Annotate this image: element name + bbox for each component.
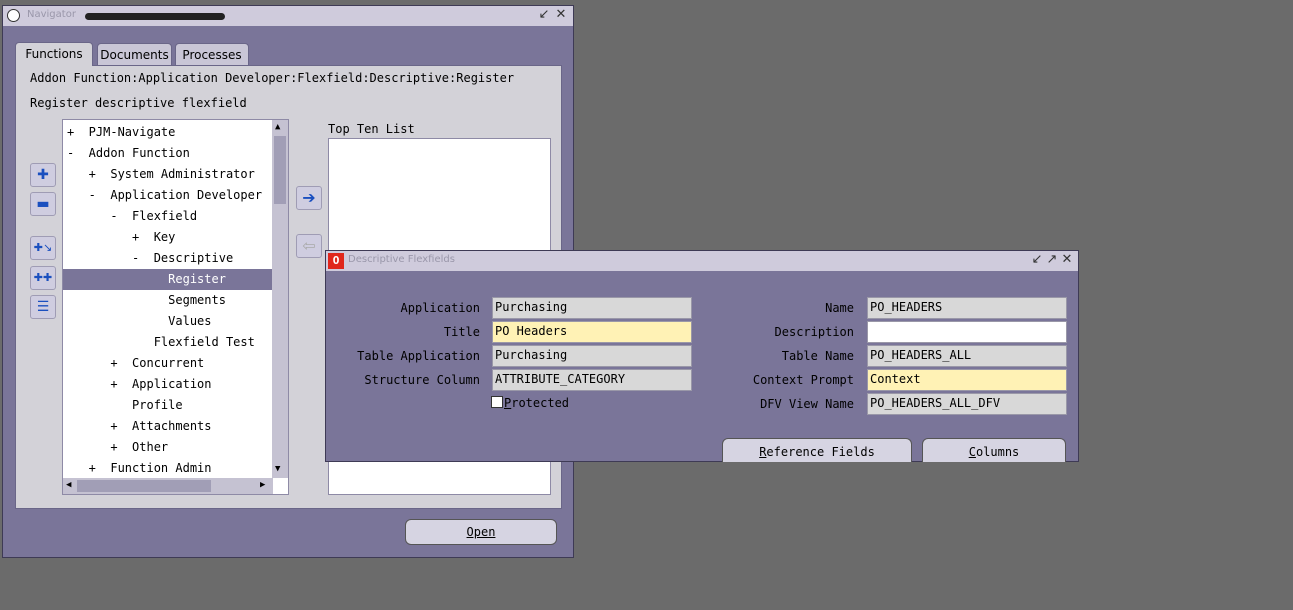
tree-node[interactable]: Register [63,269,273,290]
app-logo-icon [7,9,20,22]
add-to-top-ten-button[interactable]: ➔ [296,186,322,210]
redacted-username [85,13,225,20]
table-application-label: Table Application [357,349,480,363]
tree-node[interactable]: - Addon Function [63,143,273,164]
tree-node[interactable]: - Flexfield [63,206,273,227]
name-field[interactable]: PO_HEADERS [867,297,1067,319]
tab-documents[interactable]: Documents [97,43,172,65]
remove-from-top-ten-button[interactable]: ⇦ [296,234,322,258]
columns-button[interactable]: Columns [922,438,1066,462]
table-name-field[interactable]: PO_HEADERS_ALL [867,345,1067,367]
dialog-title: Descriptive Flexfields [348,254,455,265]
description-label: Description [774,325,854,339]
protected-checkbox[interactable] [491,396,503,408]
structure-column-label: Structure Column [364,373,480,387]
close-icon[interactable]: ✕ [554,8,568,22]
description-field[interactable] [867,321,1067,343]
navigator-titlebar[interactable]: Navigator ↙ ✕ [3,6,573,26]
dialog-close-icon[interactable]: ✕ [1060,253,1074,267]
context-prompt-label: Context Prompt [752,373,854,387]
scroll-right-icon[interactable]: ▶ [260,480,265,490]
reference-fields-button[interactable]: Reference Fields [722,438,912,462]
top-ten-label: Top Ten List [328,122,415,136]
title-label: Title [443,325,480,339]
open-button[interactable]: Open [405,519,557,545]
minimize-icon[interactable]: ↙ [537,8,551,22]
scroll-up-icon[interactable]: ▲ [275,122,280,132]
structure-column-field[interactable]: ATTRIBUTE_CATEGORY [492,369,692,391]
navigator-title: Navigator [27,9,76,20]
protected-label[interactable]: Protected [504,396,569,410]
tree-node[interactable]: + Attachments [63,416,273,437]
tree-node[interactable]: Profile [63,395,273,416]
tree-node[interactable]: + Other [63,437,273,458]
title-field[interactable]: PO Headers [492,321,692,343]
dialog-maximize-icon[interactable]: ↗ [1045,253,1059,267]
tree-node[interactable]: + PJM-Navigate [63,122,273,143]
function-path: Addon Function:Application Developer:Fle… [30,71,515,85]
name-label: Name [825,301,854,315]
table-name-label: Table Name [781,349,854,363]
expand-branch-button[interactable]: ✚↘ [30,236,56,260]
application-label: Application [400,301,480,315]
tree-node[interactable]: - Descriptive [63,248,273,269]
oracle-logo-icon: O [328,253,344,269]
tree-node[interactable]: + Function Admin [63,458,273,479]
tree-node[interactable]: + Concurrent [63,353,273,374]
scroll-left-icon[interactable]: ◀ [66,480,71,490]
dfv-view-name-label: DFV View Name [760,397,854,411]
tab-processes[interactable]: Processes [175,43,249,65]
tree-horizontal-scrollbar[interactable]: ◀ ▶ [63,478,273,494]
tree-node[interactable]: + System Administrator [63,164,273,185]
context-prompt-field[interactable]: Context [867,369,1067,391]
tree-vertical-scrollbar[interactable]: ▲ ▼ [272,120,288,478]
tree-node[interactable]: Flexfield Test [63,332,273,353]
dialog-titlebar[interactable]: O Descriptive Flexfields ↙ ↗ ✕ [326,251,1078,271]
hscroll-thumb[interactable] [77,480,211,492]
scroll-thumb[interactable] [274,136,286,204]
collapse-all-button[interactable]: ☰ [30,295,56,319]
tab-functions[interactable]: Functions [15,42,93,66]
collapse-button[interactable]: ▬ [30,192,56,216]
descriptive-flexfields-window: O Descriptive Flexfields ↙ ↗ ✕ Applicati… [325,250,1079,462]
table-application-field[interactable]: Purchasing [492,345,692,367]
dfv-view-name-field[interactable]: PO_HEADERS_ALL_DFV [867,393,1067,415]
function-tree[interactable]: + PJM-Navigate - Addon Function + System … [62,119,289,495]
scroll-down-icon[interactable]: ▼ [275,464,280,474]
application-field[interactable]: Purchasing [492,297,692,319]
function-description: Register descriptive flexfield [30,96,247,110]
tree-node[interactable]: Values [63,311,273,332]
tree-node[interactable]: Segments [63,290,273,311]
tree-node[interactable]: + Application [63,374,273,395]
dialog-minimize-icon[interactable]: ↙ [1030,253,1044,267]
tree-node[interactable]: + Key [63,227,273,248]
tree-node[interactable]: - Application Developer [63,185,273,206]
expand-all-button[interactable]: ✚✚ [30,266,56,290]
expand-button[interactable]: ✚ [30,163,56,187]
